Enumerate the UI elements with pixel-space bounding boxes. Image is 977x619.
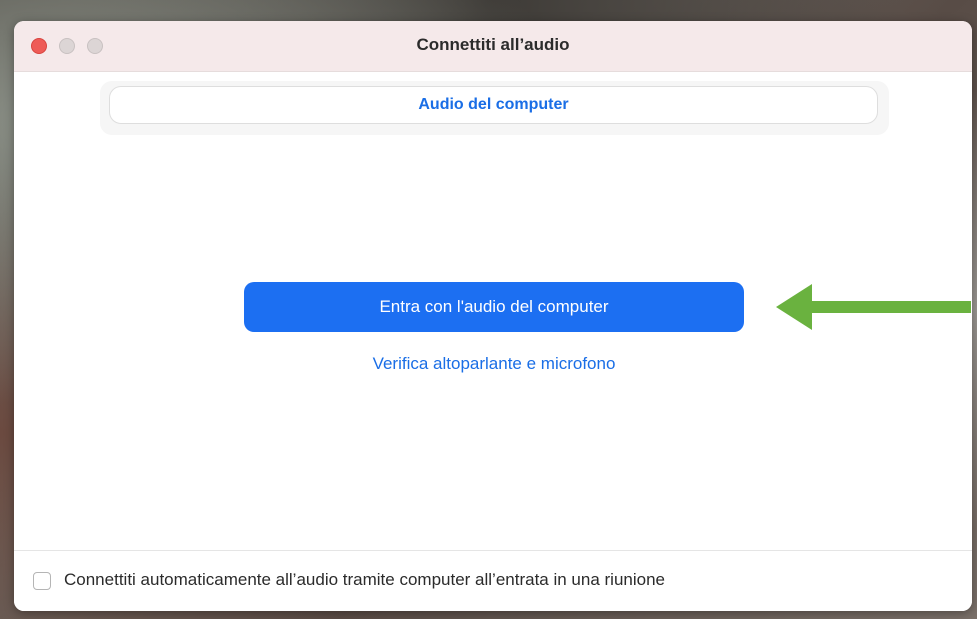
tab-computer-audio[interactable]: Audio del computer: [109, 86, 878, 124]
title-bar: Connettiti all’audio: [14, 21, 972, 72]
auto-connect-label[interactable]: Connettiti automaticamente all’audio tra…: [64, 570, 665, 590]
arrow-head: [776, 284, 971, 330]
auto-connect-checkbox[interactable]: [33, 572, 51, 590]
arrow-left-icon: [776, 284, 971, 330]
test-speaker-microphone-link[interactable]: Verifica altoparlante e microfono: [244, 354, 744, 374]
audio-tab-bar: Audio del computer: [100, 81, 889, 135]
window-title: Connettiti all’audio: [416, 35, 570, 54]
dialog-footer: Connettiti automaticamente all’audio tra…: [14, 550, 972, 611]
join-with-computer-audio-button[interactable]: Entra con l'audio del computer: [244, 282, 744, 332]
